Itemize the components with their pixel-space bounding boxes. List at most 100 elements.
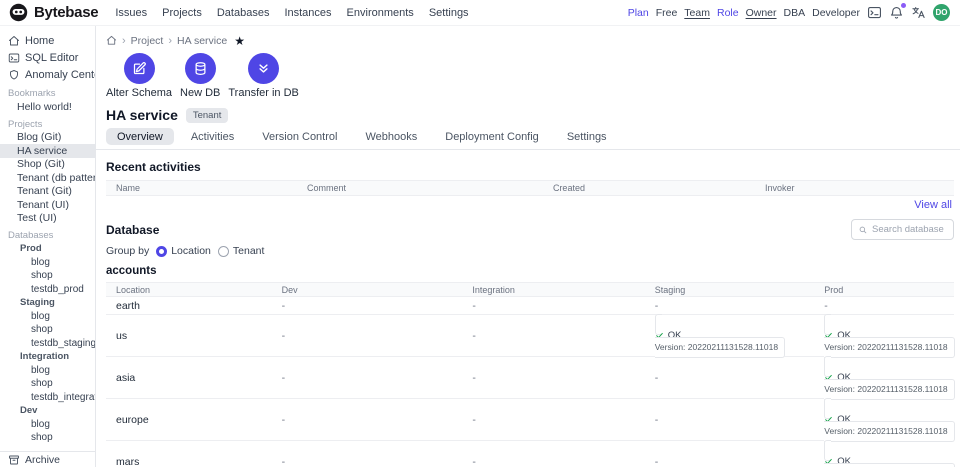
- staging-cell: OK Version: 20220211131528.11018: [649, 318, 819, 353]
- terminal-button[interactable]: [867, 5, 882, 20]
- table-row-us: us - - OK Version: 20220211131528.11018: [106, 315, 954, 357]
- chevron-double-down-icon: [256, 61, 271, 76]
- sidebar-project-shop-git[interactable]: Shop (Git): [0, 158, 95, 172]
- sidebar-project-blog-git[interactable]: Blog (Git): [0, 131, 95, 145]
- column-location: Location: [106, 285, 276, 295]
- sidebar-db-testdb-integration[interactable]: testdb_integration: [0, 391, 95, 405]
- table-row-mars: mars - - - OK Version: 20220211131528.11…: [106, 441, 954, 467]
- notifications-button[interactable]: [889, 5, 904, 20]
- radio-location[interactable]: [156, 246, 167, 257]
- status-ok-label: OK: [837, 372, 851, 383]
- language-button[interactable]: [911, 5, 926, 20]
- prod-cell: OK Version: 20220211131528.11018: [818, 360, 954, 395]
- sidebar-item-label: Home: [25, 35, 54, 47]
- sidebar-db-prod-blog[interactable]: blog: [0, 256, 95, 270]
- shield-icon: [8, 69, 20, 81]
- action-label: New DB: [180, 87, 220, 99]
- sidebar-item-anomaly-center[interactable]: Anomaly Center: [0, 66, 95, 83]
- tenant-badge: Tenant: [186, 108, 229, 123]
- sidebar-db-dev-blog[interactable]: blog: [0, 418, 95, 432]
- column-comment: Comment: [301, 183, 547, 193]
- top-right-cluster: Plan Free Team Role Owner DBA Developer: [628, 4, 950, 21]
- quick-actions: Alter Schema New DB: [106, 53, 954, 99]
- tab-webhooks[interactable]: Webhooks: [354, 128, 428, 145]
- sidebar-project-tenant-ui[interactable]: Tenant (UI): [0, 198, 95, 212]
- role-option-owner[interactable]: Owner: [746, 7, 777, 19]
- role-label: Role: [717, 7, 739, 19]
- transfer-in-db-circle: [248, 53, 279, 84]
- role-option-developer[interactable]: Developer: [812, 7, 860, 19]
- sidebar-item-label: SQL Editor: [25, 52, 78, 64]
- breadcrumb-home-icon[interactable]: [106, 35, 117, 46]
- version-label: Version: 20220211131528.11018: [824, 426, 947, 436]
- tab-overview[interactable]: Overview: [106, 128, 174, 145]
- table-row-europe: europe - - - OK Version: 20220211131528.…: [106, 399, 954, 441]
- sidebar-db-testdb-prod[interactable]: testdb_prod: [0, 283, 95, 297]
- sidebar-item-sql-editor[interactable]: SQL Editor: [0, 49, 95, 66]
- plan-option-free[interactable]: Free: [656, 7, 678, 19]
- db-status-card[interactable]: OK Version: 20220211131528.11018: [824, 440, 954, 467]
- transfer-in-db-button[interactable]: Transfer in DB: [228, 53, 299, 99]
- archive-icon: [8, 454, 20, 466]
- sidebar: Home SQL Editor Anomaly Center Bookmarks: [0, 26, 96, 467]
- sidebar-project-test-ui[interactable]: Test (UI): [0, 212, 95, 226]
- sidebar-project-ha-service[interactable]: HA service: [0, 144, 95, 158]
- bytebase-logo[interactable]: Bytebase: [9, 3, 98, 22]
- sidebar-db-staging-blog[interactable]: blog: [0, 310, 95, 324]
- sidebar-item-home[interactable]: Home: [0, 32, 95, 49]
- sidebar-item-archive[interactable]: Archive: [0, 451, 95, 467]
- nav-issues[interactable]: Issues: [115, 7, 147, 19]
- column-integration: Integration: [466, 285, 648, 295]
- tab-settings[interactable]: Settings: [556, 128, 618, 145]
- nav-projects[interactable]: Projects: [162, 7, 202, 19]
- status-ok-label: OK: [837, 330, 851, 341]
- breadcrumb-project[interactable]: Project: [131, 35, 164, 47]
- sidebar-project-tenant-db-pattern[interactable]: Tenant (db pattern): [0, 171, 95, 185]
- version-label: Version: 20220211131528.11018: [824, 342, 947, 352]
- bookmark-item[interactable]: Hello world!: [0, 100, 95, 114]
- radio-tenant[interactable]: [218, 246, 229, 257]
- bytebase-logo-icon: [9, 3, 28, 22]
- sidebar-db-integration-shop[interactable]: shop: [0, 377, 95, 391]
- breadcrumb: › Project › HA service ★: [106, 33, 954, 48]
- new-db-button[interactable]: New DB: [180, 53, 220, 99]
- staging-cell: -: [649, 372, 819, 384]
- nav-settings[interactable]: Settings: [429, 7, 469, 19]
- nav-databases[interactable]: Databases: [217, 7, 270, 19]
- dev-cell: -: [276, 414, 467, 426]
- db-status-card[interactable]: OK Version: 20220211131528.11018: [824, 356, 954, 400]
- nav-environments[interactable]: Environments: [347, 7, 414, 19]
- location-cell: us: [106, 330, 276, 342]
- db-status-card[interactable]: OK Version: 20220211131528.11018: [824, 314, 954, 358]
- status-ok-label: OK: [837, 414, 851, 425]
- bookmarks-header: Bookmarks: [0, 87, 95, 100]
- top-bar: Bytebase Issues Projects Databases Insta…: [0, 0, 960, 26]
- db-status-card[interactable]: OK Version: 20220211131528.11018: [824, 398, 954, 442]
- db-status-card[interactable]: OK Version: 20220211131528.11018: [655, 314, 819, 358]
- sidebar-db-dev-shop[interactable]: shop: [0, 431, 95, 445]
- user-avatar[interactable]: DO: [933, 4, 950, 21]
- tab-deployment-config[interactable]: Deployment Config: [434, 128, 550, 145]
- dev-cell: -: [276, 456, 467, 467]
- recent-activities-title: Recent activities: [106, 160, 954, 174]
- sidebar-item-label: Archive: [25, 454, 60, 466]
- role-option-dba[interactable]: DBA: [784, 7, 806, 19]
- sidebar-db-staging-shop[interactable]: shop: [0, 323, 95, 337]
- plan-option-team[interactable]: Team: [684, 7, 710, 19]
- sidebar-db-testdb-staging[interactable]: testdb_staging: [0, 337, 95, 351]
- sidebar-project-tenant-git[interactable]: Tenant (Git): [0, 185, 95, 199]
- radio-tenant-label[interactable]: Tenant: [233, 245, 265, 257]
- favorite-star-icon[interactable]: ★: [234, 35, 245, 47]
- view-all-link[interactable]: View all: [914, 199, 952, 211]
- alter-schema-button[interactable]: Alter Schema: [106, 53, 172, 99]
- sidebar-db-prod-shop[interactable]: shop: [0, 269, 95, 283]
- action-label: Transfer in DB: [228, 87, 299, 99]
- tab-activities[interactable]: Activities: [180, 128, 245, 145]
- radio-location-label[interactable]: Location: [171, 245, 211, 257]
- integration-cell: -: [466, 330, 648, 342]
- sidebar-db-integration-blog[interactable]: blog: [0, 364, 95, 378]
- projects-header: Projects: [0, 118, 95, 131]
- search-database-input[interactable]: [872, 224, 947, 235]
- nav-instances[interactable]: Instances: [284, 7, 331, 19]
- tab-version-control[interactable]: Version Control: [251, 128, 348, 145]
